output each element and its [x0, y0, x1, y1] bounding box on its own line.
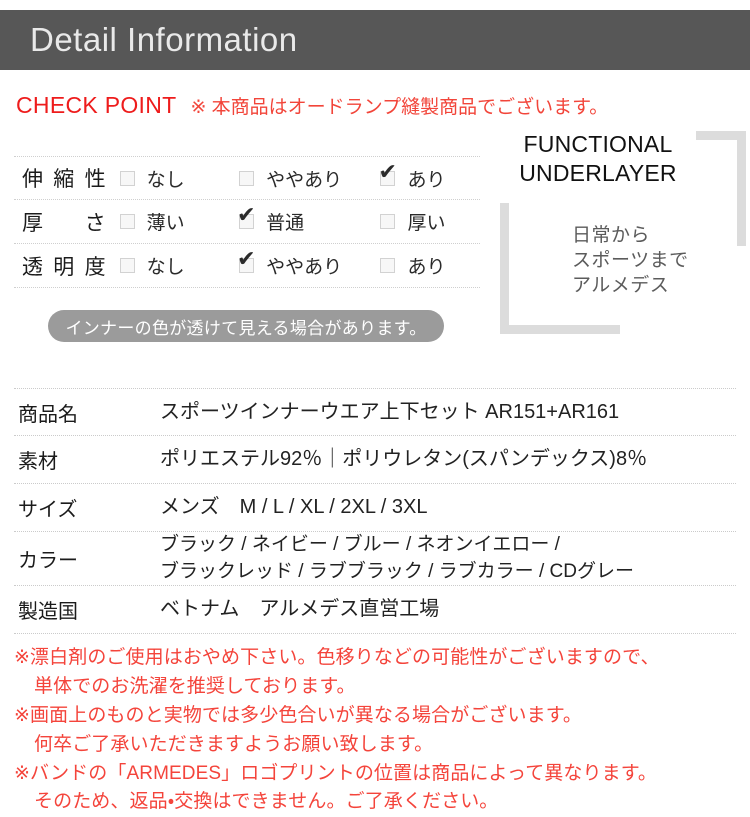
info-row-value-line1: ブラック / ネイビー / ブルー / ネオンイエロー / — [160, 534, 560, 556]
spec-checkbox-table: 伸縮性 なし ややあり あり 厚さ 薄い 普通 厚い 透明度 — [14, 156, 480, 288]
spec-option: ややあり — [237, 249, 380, 279]
functional-panel-title: FUNCTIONAL UNDERLAYER — [480, 130, 750, 189]
info-row-label: 素材 — [18, 451, 58, 473]
spec-row-label: 透明度 — [22, 255, 106, 279]
info-row-value-line2: ブラックレッド / ラブブラック / ラブカラー / CDグレー — [160, 560, 634, 582]
info-row-material: 素材 ポリエステル92％｜ポリウレタン(スパンデックス)8％ — [14, 436, 736, 484]
info-row-label: サイズ — [18, 499, 78, 521]
info-row-value: メンズ M / L / XL / 2XL / 3XL — [160, 496, 428, 518]
spec-option: ややあり — [239, 165, 380, 192]
spec-option-label: あり — [407, 169, 446, 191]
spec-option: あり — [378, 162, 480, 192]
spec-row-label: 伸縮性 — [22, 168, 106, 191]
spec-option-label: あり — [407, 257, 446, 278]
disclaimer-note-line: ※バンドの「ARMEDES」ロゴプリントの位置は商品によって異なります。 — [14, 762, 658, 784]
page-title: Detail Information — [30, 21, 298, 58]
spec-option: なし — [119, 165, 239, 192]
checkbox-checked-icon — [378, 162, 397, 186]
checkbox-unchecked-icon — [380, 258, 396, 273]
spec-option-label: 薄い — [146, 213, 185, 234]
spec-option-label: 厚い — [407, 213, 446, 234]
inner-color-notice-pill: インナーの色が透けて見える場合があります。 — [48, 310, 444, 342]
disclaimer-note-line: ※漂白剤のご使用はおやめ下さい。色移りなどの可能性がございますので、 — [14, 647, 660, 668]
functional-panel-subtitle-line1: 日常から — [572, 224, 651, 246]
disclaimer-notes: ※漂白剤のご使用はおやめ下さい。色移りなどの可能性がございますので、 単体でのお… — [14, 644, 740, 817]
spec-row-stretch: 伸縮性 なし ややあり あり — [14, 156, 480, 200]
info-row-value: ポリエステル92％｜ポリウレタン(スパンデックス)8％ — [160, 448, 648, 470]
checkbox-checked-icon — [237, 205, 256, 229]
spec-option: 厚い — [380, 208, 480, 235]
spec-option: あり — [380, 252, 480, 279]
info-row-color: カラー ブラック / ネイビー / ブルー / ネオンイエロー / ブラックレッ… — [14, 532, 736, 586]
product-info-table: 商品名 スポーツインナーウエア上下セット AR151+AR161 素材 ポリエス… — [14, 388, 736, 634]
info-row-value: スポーツインナーウエア上下セット AR151+AR161 — [160, 400, 620, 423]
info-row-label: カラー — [18, 550, 78, 572]
spec-option: 薄い — [119, 208, 239, 235]
disclaimer-note-line: そのため、返品・交換はできません。ご了承ください。 — [34, 791, 499, 813]
spec-option: なし — [119, 252, 239, 279]
spec-row-thickness: 厚さ 薄い 普通 厚い — [14, 200, 480, 244]
page-header-bar: Detail Information — [0, 10, 750, 70]
spec-row-transparency: 透明度 なし ややあり あり — [14, 244, 480, 288]
functional-panel-subtitle: 日常から スポーツまで アルメデス — [480, 223, 750, 298]
info-row-value: ベトナム アルメデス直営工場 — [160, 598, 440, 620]
checkbox-unchecked-icon — [119, 170, 135, 186]
functional-underlayer-panel: FUNCTIONAL UNDERLAYER 日常から スポーツまで アルメデス — [480, 130, 750, 298]
disclaimer-note-line: ※画面上のものと実物では多少色合いが異なる場合がございます。 — [14, 704, 583, 726]
checkpoint-row: CHECK POINT ※ 本商品はオードランプ縫製商品でございます。 — [16, 92, 608, 119]
spec-option-label: なし — [146, 257, 185, 278]
spec-option-label: ややあり — [266, 169, 343, 191]
info-row-country-of-origin: 製造国 ベトナム アルメデス直営工場 — [14, 586, 736, 634]
checkpoint-note: ※ 本商品はオードランプ縫製商品でございます。 — [190, 97, 609, 118]
spec-option-label: ややあり — [266, 257, 343, 278]
checkbox-unchecked-icon — [119, 214, 135, 229]
spec-row-label: 厚さ — [22, 211, 106, 235]
functional-panel-title-line2: UNDERLAYER — [519, 160, 677, 187]
spec-option-label: 普通 — [266, 213, 305, 234]
checkbox-unchecked-icon — [239, 170, 255, 186]
functional-panel-subtitle-line2: スポーツまで — [572, 249, 689, 271]
disclaimer-note-line: 何卒ご了承いただきますようお願い致します。 — [34, 733, 434, 755]
functional-panel-title-line1: FUNCTIONAL — [523, 131, 673, 157]
checkbox-checked-icon — [237, 249, 256, 273]
info-row-product-name: 商品名 スポーツインナーウエア上下セット AR151+AR161 — [14, 388, 736, 436]
checkbox-unchecked-icon — [119, 258, 135, 273]
checkpoint-title: CHECK POINT — [16, 92, 177, 118]
corner-bracket-bottom-left-horizontal — [500, 325, 620, 334]
functional-panel-subtitle-line3: アルメデス — [572, 275, 670, 297]
checkbox-unchecked-icon — [380, 214, 396, 229]
info-row-label: 製造国 — [18, 601, 78, 623]
disclaimer-note-line: 単体でのお洗濯を推奨しております。 — [34, 675, 356, 697]
info-row-value: ブラック / ネイビー / ブルー / ネオンイエロー / ブラックレッド / … — [160, 532, 634, 584]
info-row-size: サイズ メンズ M / L / XL / 2XL / 3XL — [14, 484, 736, 532]
inner-color-notice-text: インナーの色が透けて見える場合があります。 — [65, 318, 427, 338]
spec-option: 普通 — [237, 205, 380, 235]
info-row-label: 商品名 — [18, 403, 78, 426]
spec-option-label: なし — [146, 169, 185, 191]
